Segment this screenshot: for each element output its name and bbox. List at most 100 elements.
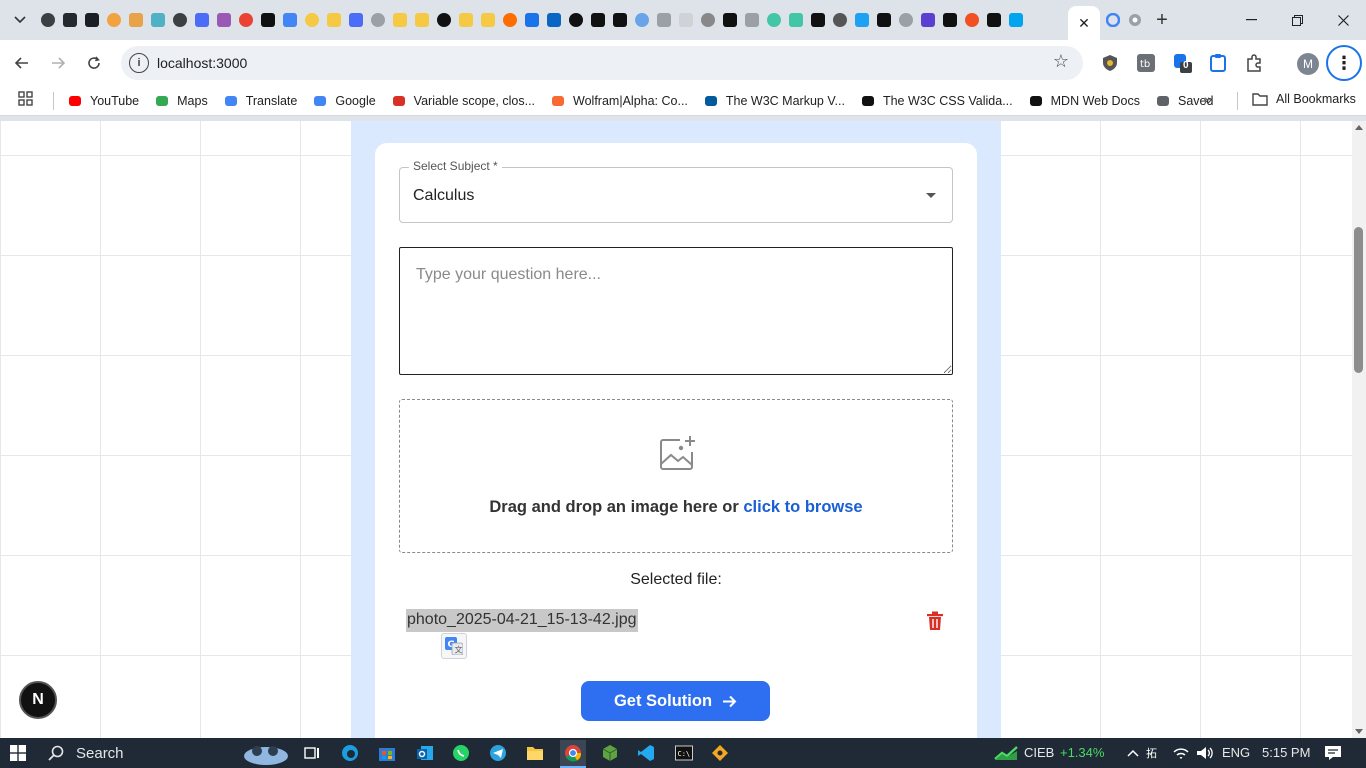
question-input[interactable]	[399, 247, 953, 375]
pinned-tab-favicon-icon[interactable]	[873, 6, 895, 34]
tray-chevron-up-icon[interactable]	[1124, 744, 1142, 762]
pinned-tab-favicon-icon[interactable]	[961, 6, 983, 34]
pinned-tab-favicon-icon[interactable]	[565, 6, 587, 34]
scrollbar-thumb[interactable]	[1354, 227, 1363, 373]
bookmark-star-icon[interactable]: ☆	[1053, 51, 1069, 72]
notifications-icon[interactable]	[1324, 744, 1342, 762]
pinned-tab-favicon-icon[interactable]	[125, 6, 147, 34]
pinned-tab-favicon-icon[interactable]	[983, 6, 1005, 34]
pinned-tab-favicon-icon[interactable]	[213, 6, 235, 34]
pinned-tab-favicon-icon[interactable]	[433, 6, 455, 34]
dropdown-arrow-icon[interactable]	[926, 193, 936, 198]
bookmark-item[interactable]: Translate	[224, 94, 297, 108]
file-explorer-icon[interactable]	[526, 744, 544, 762]
chrome-tab-icon[interactable]	[1124, 6, 1146, 34]
pinned-tab-favicon-icon[interactable]	[323, 6, 345, 34]
pinned-tab-favicon-icon[interactable]	[719, 6, 741, 34]
pinned-tab-favicon-icon[interactable]	[103, 6, 125, 34]
image-dropzone[interactable]: Drag and drop an image here or click to …	[399, 399, 953, 553]
google-tab-icon[interactable]	[1102, 6, 1124, 34]
pinned-tab-favicon-icon[interactable]	[741, 6, 763, 34]
get-solution-button[interactable]: Get Solution	[581, 681, 770, 721]
pinned-tab-favicon-icon[interactable]	[697, 6, 719, 34]
translate-popup-icon[interactable]: G文	[441, 633, 467, 659]
pinned-tab-favicon-icon[interactable]	[147, 6, 169, 34]
taskbar-search[interactable]: Search	[36, 738, 236, 768]
extension-tb-icon[interactable]: tb	[1135, 52, 1157, 74]
pinned-tab-favicon-icon[interactable]	[521, 6, 543, 34]
pinned-tab-favicon-icon[interactable]	[653, 6, 675, 34]
outlook-icon[interactable]	[416, 744, 434, 762]
active-tab[interactable]: ✕	[1068, 6, 1100, 40]
bookmark-item[interactable]: Google	[313, 94, 376, 108]
close-tab-icon[interactable]: ✕	[1078, 15, 1090, 32]
bookmark-item[interactable]: Maps	[155, 94, 208, 108]
tab-search-button[interactable]	[5, 6, 35, 34]
pinned-tab-favicon-icon[interactable]	[587, 6, 609, 34]
pinned-tab-favicon-icon[interactable]	[279, 6, 301, 34]
pinned-tab-favicon-icon[interactable]	[609, 6, 631, 34]
cube-app-icon[interactable]	[601, 744, 619, 762]
bookmark-item[interactable]: YouTube	[68, 94, 139, 108]
forward-button[interactable]	[44, 49, 72, 77]
address-bar[interactable]: i localhost:3000 ☆	[121, 46, 1083, 80]
pinned-tab-favicon-icon[interactable]	[169, 6, 191, 34]
pinned-tab-favicon-icon[interactable]	[59, 6, 81, 34]
pinned-tab-favicon-icon[interactable]	[939, 6, 961, 34]
taskbar-clock[interactable]: 5:15 PM	[1262, 745, 1310, 760]
wifi-icon[interactable]	[1172, 744, 1190, 762]
bookmark-item[interactable]: Wolfram|Alpha: Co...	[551, 94, 688, 108]
start-button[interactable]	[0, 738, 36, 768]
ime-icon[interactable]: 拓	[1146, 744, 1164, 762]
site-info-icon[interactable]: i	[129, 53, 149, 73]
pinned-tab-favicon-icon[interactable]	[367, 6, 389, 34]
bookmark-item[interactable]: Variable scope, clos...	[392, 94, 535, 108]
pinned-tab-favicon-icon[interactable]	[851, 6, 873, 34]
minimize-button[interactable]	[1228, 0, 1274, 40]
reload-button[interactable]	[80, 49, 108, 77]
pinned-tab-favicon-icon[interactable]	[37, 6, 59, 34]
pinned-tab-favicon-icon[interactable]	[301, 6, 323, 34]
browse-link[interactable]: click to browse	[743, 498, 862, 516]
page-scrollbar[interactable]	[1352, 121, 1366, 738]
pinned-tab-favicon-icon[interactable]	[455, 6, 477, 34]
bookmark-item[interactable]: The W3C CSS Valida...	[861, 94, 1013, 108]
apps-grid-icon[interactable]	[18, 91, 33, 110]
pinned-tab-favicon-icon[interactable]	[829, 6, 851, 34]
scroll-down-icon[interactable]	[1355, 729, 1363, 734]
nextjs-dev-badge[interactable]: N	[19, 681, 57, 719]
scroll-up-icon[interactable]	[1355, 125, 1363, 130]
chrome-taskbar-icon[interactable]	[560, 740, 586, 768]
task-view-icon[interactable]	[303, 744, 321, 762]
extension-badge-icon[interactable]: 0	[1171, 52, 1193, 74]
address-url[interactable]: localhost:3000	[157, 55, 247, 71]
search-highlight-icon[interactable]	[242, 740, 290, 766]
pinned-tab-favicon-icon[interactable]	[1005, 6, 1027, 34]
input-language[interactable]: ENG	[1222, 745, 1250, 760]
pinned-tab-favicon-icon[interactable]	[411, 6, 433, 34]
pinned-tab-favicon-icon[interactable]	[389, 6, 411, 34]
extension-clipboard-icon[interactable]	[1207, 52, 1229, 74]
pinned-tab-favicon-icon[interactable]	[191, 6, 213, 34]
subject-select[interactable]: Select Subject * Calculus	[399, 159, 953, 223]
close-window-button[interactable]	[1320, 0, 1366, 40]
git-client-icon[interactable]	[711, 744, 729, 762]
pinned-tab-favicon-icon[interactable]	[477, 6, 499, 34]
pinned-tab-favicon-icon[interactable]	[543, 6, 565, 34]
vscode-icon[interactable]	[637, 744, 655, 762]
extensions-puzzle-icon[interactable]	[1243, 52, 1265, 74]
subject-select-value[interactable]: Calculus	[413, 187, 474, 205]
pinned-tab-favicon-icon[interactable]	[257, 6, 279, 34]
new-tab-button[interactable]: +	[1150, 8, 1174, 32]
pinned-tab-favicon-icon[interactable]	[675, 6, 697, 34]
profile-avatar[interactable]: M	[1297, 53, 1319, 75]
pinned-tab-favicon-icon[interactable]	[345, 6, 367, 34]
pinned-tab-favicon-icon[interactable]	[235, 6, 257, 34]
pinned-tab-favicon-icon[interactable]	[631, 6, 653, 34]
ticker-symbol[interactable]: CIEB	[1024, 745, 1054, 760]
whatsapp-icon[interactable]	[452, 744, 470, 762]
all-bookmarks-button[interactable]: All Bookmarks	[1252, 92, 1356, 106]
terminal-icon[interactable]: C:\	[675, 744, 693, 762]
volume-icon[interactable]	[1196, 744, 1214, 762]
telegram-icon[interactable]	[489, 744, 507, 762]
